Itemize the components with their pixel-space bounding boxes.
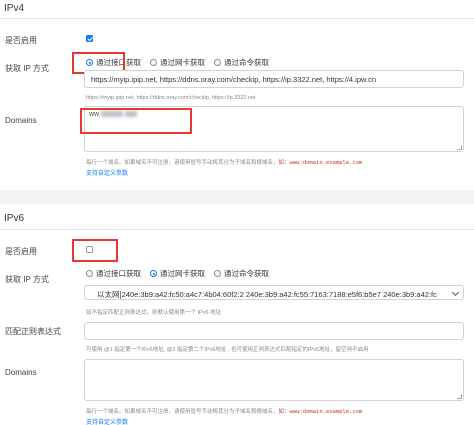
- ipv6-nic-hint: 如不指定匹配正则表达式，则默认使用第一个 IPv6 地址: [86, 310, 222, 316]
- ipv6-nic-select[interactable]: 以太网[240e:3b9:a42:fc50:a4c7:4b04:60f2:2 2…: [84, 285, 464, 300]
- ipv4-divider: [0, 18, 474, 19]
- ipv6-domains-hint: 每行一个域名。如果域名不可注册，请使用冒号手动将其分为子域名和根域名，如：www…: [86, 409, 363, 415]
- ipv6-divider: [0, 229, 474, 230]
- ipv4-radio-nic[interactable]: 通过网卡获取: [150, 57, 205, 68]
- ipv4-domains-hint: 每行一个域名。如果域名不可注册，请使用冒号手动将其分为子域名和根域名，如：www…: [86, 160, 363, 166]
- ipv6-section-title: IPv6: [4, 213, 25, 224]
- ipv6-radio-api[interactable]: 通过接口获取: [86, 268, 141, 279]
- ipv4-url-hint: https://myip.ipip.net, https://ddns.oray…: [86, 95, 256, 101]
- ipv6-method-radio-group: 通过接口获取 通过网卡获取 通过命令获取: [86, 268, 269, 279]
- resize-handle-icon[interactable]: [457, 394, 462, 399]
- resize-handle-icon[interactable]: [457, 145, 462, 150]
- ipv6-get-ip-label: 获取 IP 方式: [5, 275, 49, 284]
- ipv4-enable-label: 是否启用: [5, 36, 37, 45]
- radio-unchecked-icon: [86, 270, 93, 277]
- ipv4-radio-command[interactable]: 通过命令获取: [214, 57, 269, 68]
- ipv4-url-input[interactable]: https://myip.ipip.net, https://ddns.oray…: [84, 70, 464, 88]
- ipv4-get-ip-label: 获取 IP 方式: [5, 64, 49, 73]
- ipv6-radio-nic[interactable]: 通过网卡获取: [150, 268, 205, 279]
- ipv6-regex-input[interactable]: [84, 322, 464, 340]
- ipv6-enable-label: 是否启用: [5, 247, 37, 256]
- chevron-down-icon: [451, 288, 460, 297]
- ipv4-section-title: IPv4: [4, 3, 25, 14]
- ipv6-custom-params-link[interactable]: 支持自定义参数: [86, 417, 128, 425]
- ipv6-regex-hint: 可使用 @1 指定第一个IPv6地址, @2 指定第二个IPv6地址...也可使…: [86, 347, 369, 353]
- ipv4-enable-checkbox[interactable]: [86, 35, 93, 42]
- radio-unchecked-icon: [214, 270, 221, 277]
- section-separator: [0, 190, 474, 204]
- radio-unchecked-icon: [150, 59, 157, 66]
- radio-checked-icon: [150, 270, 157, 277]
- ipv6-domains-textarea[interactable]: [84, 359, 464, 401]
- ipv4-domains-highlight-box: [80, 108, 192, 134]
- ipv6-regex-label: 匹配正则表达式: [5, 327, 61, 336]
- ipv6-domains-label: Domains: [5, 368, 37, 377]
- radio-unchecked-icon: [214, 59, 221, 66]
- ipv4-domains-label: Domains: [5, 116, 37, 125]
- ipv6-radio-command[interactable]: 通过命令获取: [214, 268, 269, 279]
- ipv4-custom-params-link[interactable]: 支持自定义参数: [86, 168, 128, 177]
- ipv6-enable-highlight-box: [72, 239, 118, 262]
